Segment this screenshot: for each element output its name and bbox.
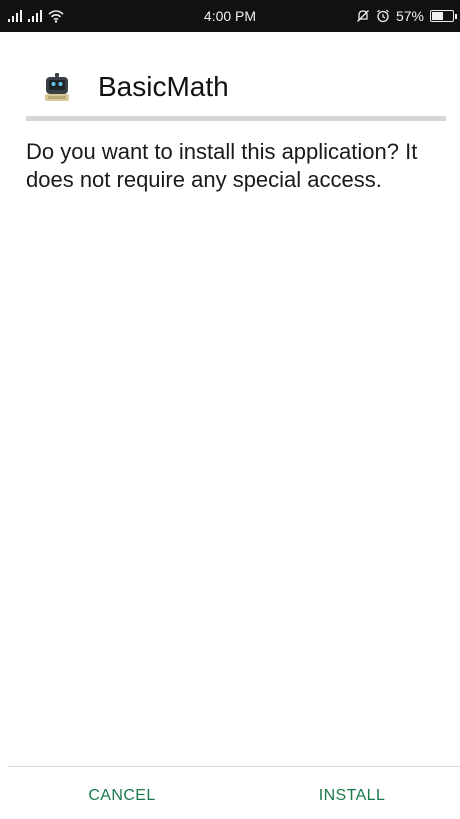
footer-divider — [8, 766, 460, 767]
cancel-button[interactable]: CANCEL — [22, 776, 222, 816]
status-right: 57% — [356, 0, 457, 32]
status-bar: 4:00 PM 57% — [0, 0, 460, 32]
install-button[interactable]: INSTALL — [252, 776, 452, 816]
mute-icon — [357, 10, 369, 22]
app-name: BasicMath — [98, 71, 229, 102]
battery-icon — [430, 10, 457, 22]
robot-app-icon — [45, 73, 69, 101]
header-divider — [26, 116, 446, 121]
battery-level-fill — [432, 12, 443, 20]
install-message: Do you want to install this application?… — [26, 139, 418, 192]
battery-percent: 57% — [395, 8, 424, 24]
alarm-icon — [377, 9, 389, 23]
app-header: BasicMath — [0, 32, 460, 122]
